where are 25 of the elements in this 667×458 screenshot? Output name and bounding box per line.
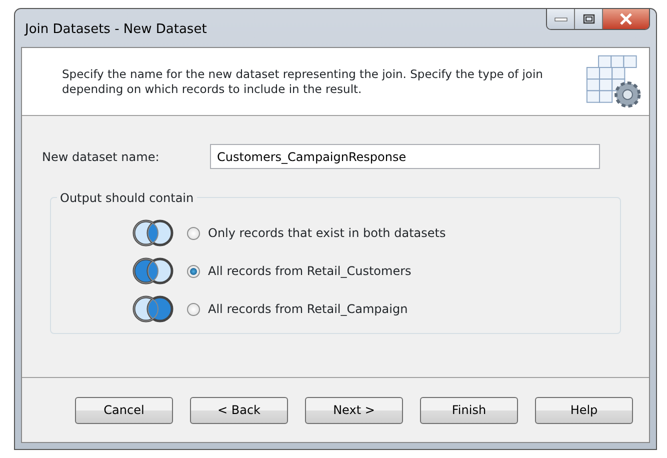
description-text: Specify the name for the new dataset representing the join. Specify the type of join depending on which records to include in the result.: [62, 66, 544, 96]
minimize-icon: [554, 16, 568, 22]
dialog-button[interactable]: < Back: [190, 396, 288, 424]
venn-diagram-icon: [131, 294, 175, 324]
radio-button[interactable]: [187, 264, 200, 278]
dialog-button[interactable]: Cancel: [75, 396, 173, 424]
close-icon: [619, 13, 633, 25]
option-label[interactable]: All records from Retail_Customers: [208, 262, 412, 280]
venn-diagram-icon: [131, 218, 175, 248]
dialog-button[interactable]: Finish: [420, 396, 518, 424]
window-title: Join Datasets - New Dataset: [23, 21, 207, 40]
radio-button[interactable]: [187, 302, 200, 316]
dialog-button[interactable]: Help: [535, 396, 633, 424]
table-gear-icon: [584, 52, 641, 110]
option-label[interactable]: Only records that exist in both datasets: [208, 224, 446, 242]
radio-button[interactable]: [187, 226, 200, 240]
dialog-button[interactable]: Next >: [305, 396, 403, 424]
close-button[interactable]: [603, 9, 649, 29]
option-label[interactable]: All records from Retail_Campaign: [208, 300, 408, 318]
dataset-name-label: New dataset name:: [42, 148, 160, 166]
dataset-name-field[interactable]: Customers_CampaignResponse: [210, 144, 600, 169]
minimize-button[interactable]: [547, 9, 575, 29]
venn-diagram-icon: [131, 256, 175, 286]
maximize-icon: [582, 14, 594, 24]
maximize-button[interactable]: [575, 9, 603, 29]
